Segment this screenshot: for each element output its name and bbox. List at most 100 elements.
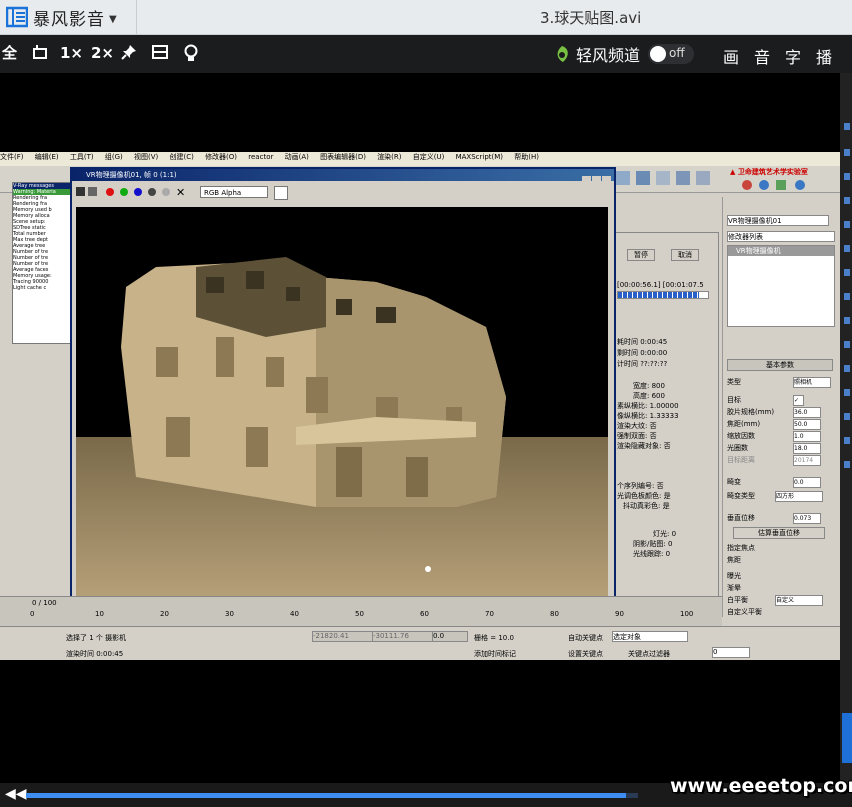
menu-item[interactable]: MAXScript(M) xyxy=(456,153,503,161)
param-field[interactable]: 50.0 xyxy=(793,419,821,430)
toggle-state: off xyxy=(669,46,685,60)
command-panel: VR物理摄像机01 修改器列表 VR物理摄像机 基本参数 类型 照相机 目标 ✓… xyxy=(722,197,839,617)
light-line: 灯光: 0 xyxy=(653,530,677,538)
tick-label: 90 xyxy=(615,610,624,618)
current-frame-field[interactable]: 0 xyxy=(712,647,750,658)
param-label: 焦距(mm) xyxy=(727,420,761,428)
menu-item[interactable]: 渲染(R) xyxy=(377,153,401,161)
pause-button[interactable]: 暂停 xyxy=(627,249,655,261)
breeze-channel[interactable]: 轻风频道 off xyxy=(552,41,695,67)
param-line: 高度: 600 xyxy=(633,392,665,400)
toolbar-icons[interactable] xyxy=(614,168,722,190)
x-coord-field[interactable]: -21820.41 xyxy=(312,631,374,642)
object-name-field[interactable]: VR物理摄像机01 xyxy=(727,215,829,226)
type-select[interactable]: 照相机 xyxy=(793,377,831,388)
video-frame[interactable]: 文件(F) 编辑(E) 工具(T) 组(G) 视图(V) 创建(C) 修改器(O… xyxy=(0,152,840,660)
timeline[interactable]: 0 / 100 0 10 20 30 40 50 60 70 80 90 100 xyxy=(0,596,722,627)
menu-item[interactable]: 修改器(O) xyxy=(205,153,237,161)
fullscreen-button[interactable]: 全 xyxy=(2,44,17,62)
file-title: 3.球天贴图.avi xyxy=(540,9,642,27)
subtitle-button[interactable]: 字 xyxy=(785,44,801,68)
tick-label: 20 xyxy=(160,610,169,618)
vignette-field[interactable]: 0.0 xyxy=(793,477,821,488)
app-menu-button[interactable]: 暴风影音 ▼ xyxy=(0,0,137,34)
selection-status: 选择了 1 个 摄影机 xyxy=(66,634,127,642)
audio-button[interactable]: 音 xyxy=(754,44,770,68)
picture-button[interactable]: 画 xyxy=(723,44,739,68)
render-time-line: [00:00:56.1] [00:01:07.5 xyxy=(617,281,704,289)
param-field[interactable]: 20174 xyxy=(793,455,821,466)
render-image xyxy=(76,207,608,605)
time-ruler[interactable]: 0 10 20 30 40 50 60 70 80 90 100 xyxy=(0,610,722,626)
tick-label: 30 xyxy=(225,610,234,618)
vignetting-label: 渐晕 xyxy=(727,584,741,592)
mini-mode-icon[interactable] xyxy=(32,44,48,64)
menu-item[interactable]: 编辑(E) xyxy=(35,153,59,161)
channel-label: 轻风频道 xyxy=(576,46,641,65)
auto-key-button[interactable]: 自动关键点 xyxy=(568,633,603,643)
frame-buffer-window[interactable]: VR物理摄像机01, 帧 0 (1:1) ✕ RGB Alpha xyxy=(70,167,616,612)
stat-line: 剩时间 0:00:00 xyxy=(617,349,668,357)
stack-item[interactable]: VR物理摄像机 xyxy=(728,246,834,256)
menu-item[interactable]: 动画(A) xyxy=(285,153,309,161)
menu-item[interactable]: 创建(C) xyxy=(169,153,193,161)
add-time-tag-button[interactable]: 添加时间标记 xyxy=(474,649,516,659)
menu-item[interactable]: 工具(T) xyxy=(70,153,94,161)
menu-item[interactable]: 帮助(H) xyxy=(514,153,539,161)
player-toolbar: 全 1× 2× 轻风频道 off 画 音 字 播 xyxy=(0,35,852,73)
modifier-list-select[interactable]: 修改器列表 xyxy=(727,231,835,242)
param-line: 宽度: 800 xyxy=(633,382,665,390)
color-swatch[interactable] xyxy=(274,186,288,200)
scale-1x-button[interactable]: 1× xyxy=(60,44,83,62)
vignette-label: 畸变 xyxy=(727,478,741,486)
tick-label: 60 xyxy=(420,610,429,618)
max-menu-bar: 文件(F) 编辑(E) 工具(T) 组(G) 视图(V) 创建(C) 修改器(O… xyxy=(0,152,840,166)
window-controls[interactable] xyxy=(582,170,612,185)
scale-2x-button[interactable]: 2× xyxy=(91,44,114,62)
channel-toggle-switch[interactable]: off xyxy=(648,44,695,64)
checkbox[interactable]: ✓ xyxy=(793,395,804,406)
param-field[interactable]: 1.0 xyxy=(793,431,821,442)
param-line: 渲染大纹: 否 xyxy=(617,422,657,430)
menu-item[interactable]: 组(G) xyxy=(105,153,123,161)
menu-item[interactable]: 文件(F) xyxy=(0,153,24,161)
vshift-field[interactable]: 0.073 xyxy=(793,513,821,524)
z-coord-field[interactable]: 0.0 xyxy=(432,631,468,642)
distort-type-select[interactable]: 四方形 xyxy=(775,491,823,502)
focus-label: 指定焦点 xyxy=(727,544,755,552)
selected-object-select[interactable]: 选定对象 xyxy=(612,631,688,642)
param-field[interactable]: 36.0 xyxy=(793,407,821,418)
playback-button[interactable]: 播 xyxy=(816,44,832,68)
title-bar: 暴风影音 ▼ 3.球天贴图.avi xyxy=(0,0,852,35)
param-field[interactable]: 18.0 xyxy=(793,443,821,454)
rollout-header[interactable]: 基本参数 xyxy=(727,359,833,371)
param-label: 目标 xyxy=(727,396,741,404)
render-time-status: 渲染时间 0:00:45 xyxy=(66,650,124,658)
vray-messages-panel: V-Ray messages Warning: Materia Renderin… xyxy=(12,182,74,344)
progress-track[interactable] xyxy=(26,793,638,798)
max-status-bar: 选择了 1 个 摄影机 渲染时间 0:00:45 -21820.41 -3011… xyxy=(0,626,840,660)
seq-line: 抖动真彩色: 是 xyxy=(623,502,670,510)
playlist-edge[interactable] xyxy=(840,73,852,783)
channel-select[interactable]: RGB Alpha xyxy=(200,186,268,198)
lightbulb-icon[interactable] xyxy=(183,44,199,66)
y-coord-field[interactable]: -30111.76 xyxy=(372,631,434,642)
modifier-stack[interactable]: VR物理摄像机 xyxy=(727,245,835,327)
white-balance-select[interactable]: 自定义 xyxy=(775,595,823,606)
channel-icons[interactable]: ✕ xyxy=(76,185,196,199)
key-filters-button[interactable]: 关键点过滤器 xyxy=(628,649,670,659)
menu-item[interactable]: reactor xyxy=(248,153,273,161)
menu-item[interactable]: 图表编辑器(D) xyxy=(320,153,366,161)
rewind-icon[interactable]: ◀◀ xyxy=(5,786,27,802)
toolbar-icons-right[interactable] xyxy=(740,178,836,192)
layout-icon[interactable] xyxy=(152,44,168,64)
tick-label: 40 xyxy=(290,610,299,618)
custom-balance-label: 自定义平衡 xyxy=(727,608,762,616)
set-key-button[interactable]: 设置关键点 xyxy=(568,649,603,659)
menu-item[interactable]: 自定义(U) xyxy=(413,153,445,161)
app-logo-icon xyxy=(6,6,28,28)
menu-item[interactable]: 视图(V) xyxy=(134,153,158,161)
cancel-button[interactable]: 取消 xyxy=(671,249,699,261)
guess-vshift-button[interactable]: 估算垂直位移 xyxy=(733,527,825,539)
pin-icon[interactable] xyxy=(121,44,137,64)
